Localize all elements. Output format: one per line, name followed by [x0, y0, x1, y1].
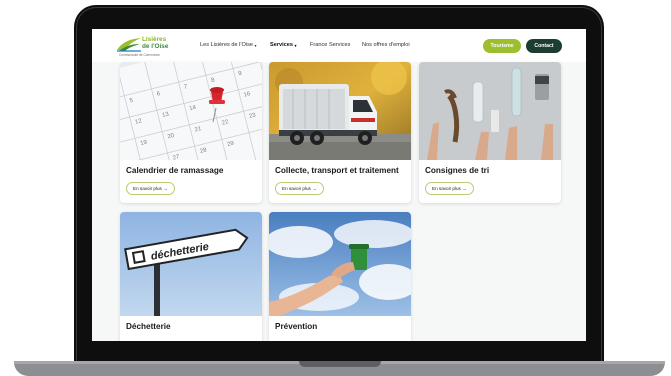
logo-text-line1: Lisières: [142, 36, 167, 43]
card-title: Déchetterie: [126, 322, 171, 331]
laptop-mockup: Lisières de l'Oise Communauté de Commune…: [0, 0, 671, 376]
contact-button[interactable]: Contact: [526, 39, 562, 53]
site-header: Lisières de l'Oise Communauté de Commune…: [92, 29, 586, 62]
nav-item-services[interactable]: Services ▾: [270, 42, 297, 48]
prevention-image: [269, 212, 411, 316]
card-prevention[interactable]: Prévention: [269, 212, 411, 341]
browser-viewport: Lisières de l'Oise Communauté de Commune…: [92, 29, 586, 341]
chevron-down-icon: ▾: [294, 42, 297, 48]
arrow-right-icon: →: [462, 186, 467, 191]
dechetterie-sign-image: déchetterie: [120, 212, 262, 316]
recyclables-image: [419, 62, 561, 160]
en-savoir-plus-link[interactable]: En savoir plus →: [275, 182, 324, 195]
card-consignes-tri[interactable]: Consignes de tri En savoir plus →: [419, 62, 561, 203]
card-title: Prévention: [275, 322, 318, 331]
card-collecte[interactable]: Collecte, transport et traitement En sav…: [269, 62, 411, 203]
garbage-truck-image: [269, 62, 411, 160]
arrow-right-icon: →: [163, 186, 168, 191]
tourisme-button[interactable]: Tourisme: [483, 39, 521, 53]
arrow-right-icon: →: [312, 186, 317, 191]
leaf-logo-icon: [117, 38, 141, 52]
nav-item-lisieres[interactable]: Les Lisières de l'Oise ▾: [200, 42, 257, 48]
chevron-down-icon: ▾: [254, 42, 257, 48]
card-dechetterie[interactable]: déchetterie Déchetterie: [120, 212, 262, 341]
laptop-notch: [299, 361, 381, 367]
en-savoir-plus-link[interactable]: En savoir plus →: [425, 182, 474, 195]
card-title: Collecte, transport et traitement: [275, 166, 399, 175]
card-calendrier[interactable]: 56789 1213141516 1920212223 26272829 Cal…: [120, 62, 262, 203]
en-savoir-plus-link[interactable]: En savoir plus →: [126, 182, 175, 195]
logo-text-line2: de l'Oise: [142, 43, 169, 50]
calendar-image: 56789 1213141516 1920212223 26272829: [120, 62, 262, 160]
site-logo[interactable]: Lisières de l'Oise Communauté de Commune…: [116, 34, 174, 60]
nav-item-offres-emploi[interactable]: Nos offres d'emploi: [362, 42, 410, 48]
card-title: Consignes de tri: [425, 166, 490, 175]
card-title: Calendrier de ramassage: [126, 166, 224, 175]
nav-item-france-services[interactable]: France Services: [310, 42, 350, 48]
logo-tagline: Communauté de Communes: [119, 53, 160, 57]
